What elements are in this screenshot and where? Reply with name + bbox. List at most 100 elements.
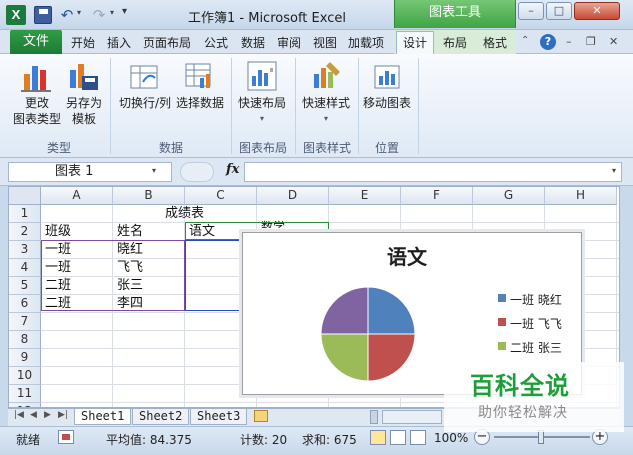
macro-record-icon[interactable] (58, 430, 74, 444)
sheet-tab-1[interactable]: Sheet1 (74, 409, 132, 425)
select-data-icon (184, 60, 216, 92)
next-sheet-icon[interactable]: ▶ (44, 410, 51, 420)
column-header-h[interactable]: H (545, 187, 617, 205)
switch-row-column-button[interactable]: 切换行/列 (116, 60, 174, 111)
pie-chart[interactable] (316, 282, 420, 386)
help-icon[interactable]: ? (540, 34, 556, 50)
tab-data[interactable]: 数据 (241, 34, 265, 51)
column-header-c[interactable]: C (185, 187, 257, 205)
chart-title[interactable]: 语文 (387, 241, 427, 270)
row-header-10[interactable]: 10 (9, 367, 41, 385)
tab-chart-layout[interactable]: 布局 (443, 34, 467, 51)
select-all-corner[interactable] (9, 187, 41, 205)
column-header-f[interactable]: F (401, 187, 473, 205)
row-header-1[interactable]: 1 (9, 205, 41, 223)
legend-entry[interactable]: 二班 张三 (510, 339, 562, 356)
sheet-tab-3[interactable]: Sheet3 (190, 409, 248, 425)
legend-swatch (498, 294, 506, 302)
pie-slice-2[interactable] (367, 333, 416, 382)
select-data-button[interactable]: 选择数据 (174, 60, 226, 111)
save-as-template-button[interactable]: 另存为 模板 (62, 60, 106, 127)
name-box[interactable]: 图表 1 (8, 162, 172, 182)
minimize-button[interactable]: – (518, 2, 544, 20)
zoom-slider-thumb[interactable] (538, 430, 544, 444)
zoom-level[interactable]: 100% (434, 431, 468, 445)
pie-slice-4[interactable] (320, 286, 369, 335)
legend-entry[interactable]: 一班 晓红 (510, 291, 562, 308)
row-header-4[interactable]: 4 (9, 259, 41, 277)
row-header-7[interactable]: 7 (9, 313, 41, 331)
last-sheet-icon[interactable]: ▶| (58, 410, 68, 420)
horizontal-scroll-splitter[interactable] (370, 410, 378, 424)
column-header-g[interactable]: G (473, 187, 545, 205)
sheet-tab-2[interactable]: Sheet2 (132, 409, 190, 425)
insert-sheet-icon[interactable] (254, 410, 268, 422)
column-header-a[interactable]: A (41, 187, 113, 205)
row-header-9[interactable]: 9 (9, 349, 41, 367)
pie-slice-1[interactable] (367, 286, 416, 335)
legend-swatch (498, 342, 506, 350)
cell-a2[interactable]: 班级 (45, 223, 71, 241)
category-range-highlight (41, 240, 185, 311)
pie-slice-3[interactable] (320, 333, 369, 382)
close-button[interactable]: ✕ (574, 2, 620, 20)
change-chart-type-button[interactable]: 更改 图表类型 (12, 60, 62, 127)
tab-format[interactable]: 格式 (483, 34, 507, 51)
tab-file[interactable]: 文件 (10, 30, 62, 54)
status-sum: 求和: 675 (302, 433, 357, 447)
row-header-3[interactable]: 3 (9, 241, 41, 259)
row-header-5[interactable]: 5 (9, 277, 41, 295)
tab-review[interactable]: 审阅 (277, 34, 301, 51)
save-template-icon (68, 60, 100, 92)
save-icon[interactable] (34, 6, 52, 24)
column-header-d[interactable]: D (257, 187, 329, 205)
page-break-view-icon[interactable] (410, 430, 426, 445)
cell-b1-title[interactable]: 成绩表 (165, 205, 204, 223)
quick-layout-dropdown-icon: ▾ (259, 114, 264, 123)
tab-home[interactable]: 开始 (71, 34, 95, 51)
ribbon-collapse-caret-icon[interactable]: ⌃ (521, 35, 529, 46)
column-header-e[interactable]: E (329, 187, 401, 205)
row-header-6[interactable]: 6 (9, 295, 41, 313)
quick-layout-button[interactable]: 快速布局 ▾ (234, 60, 290, 127)
excel-app-icon[interactable]: X (6, 5, 26, 25)
tab-view[interactable]: 视图 (313, 34, 337, 51)
maximize-button[interactable]: □ (546, 2, 572, 20)
first-sheet-icon[interactable]: |◀ (14, 410, 24, 420)
formula-input[interactable] (244, 162, 622, 182)
prev-sheet-icon[interactable]: ◀ (30, 410, 37, 420)
row-header-8[interactable]: 8 (9, 331, 41, 349)
group-separator (418, 58, 419, 154)
tab-formulas[interactable]: 公式 (204, 34, 228, 51)
redo-dropdown-icon[interactable]: ▾ (110, 8, 118, 17)
normal-view-icon[interactable] (370, 430, 386, 445)
insert-function-icon[interactable]: fx (226, 162, 239, 177)
workbook-minimize-icon[interactable]: – (566, 35, 572, 48)
quick-style-button[interactable]: 快速样式 ▾ (298, 60, 354, 127)
move-chart-button[interactable]: 移动图表 (360, 60, 414, 111)
save-as-template-label: 另存为 (65, 96, 102, 110)
formula-bar-resize-handle[interactable] (180, 162, 214, 182)
name-box-dropdown-icon[interactable]: ▾ (152, 166, 156, 175)
tab-addins[interactable]: 加载项 (348, 34, 384, 51)
undo-icon[interactable]: ↶ (58, 6, 76, 24)
horizontal-scrollbar[interactable] (382, 410, 442, 424)
row-header-2[interactable]: 2 (9, 223, 41, 241)
workbook-restore-icon[interactable]: ❐ (586, 35, 596, 48)
switch-row-column-icon (129, 60, 161, 92)
cell-b2[interactable]: 姓名 (117, 223, 143, 241)
tab-page-layout[interactable]: 页面布局 (143, 34, 191, 51)
formula-bar-expand-icon[interactable]: ▾ (612, 166, 616, 175)
chart-tools-banner: 图表工具 (394, 0, 516, 28)
legend-entry[interactable]: 一班 飞飞 (510, 315, 562, 332)
customize-quick-access-icon[interactable]: ▾ (122, 6, 127, 17)
redo-icon[interactable]: ↷ (90, 6, 108, 24)
change-chart-type-label: 更改 (24, 96, 49, 110)
tab-design[interactable]: 设计 (396, 31, 434, 55)
tab-insert[interactable]: 插入 (107, 34, 131, 51)
column-header-b[interactable]: B (113, 187, 185, 205)
row-header-11[interactable]: 11 (9, 385, 41, 403)
undo-dropdown-icon[interactable]: ▾ (77, 8, 85, 17)
workbook-close-icon[interactable]: ✕ (609, 35, 618, 48)
page-layout-view-icon[interactable] (390, 430, 406, 445)
